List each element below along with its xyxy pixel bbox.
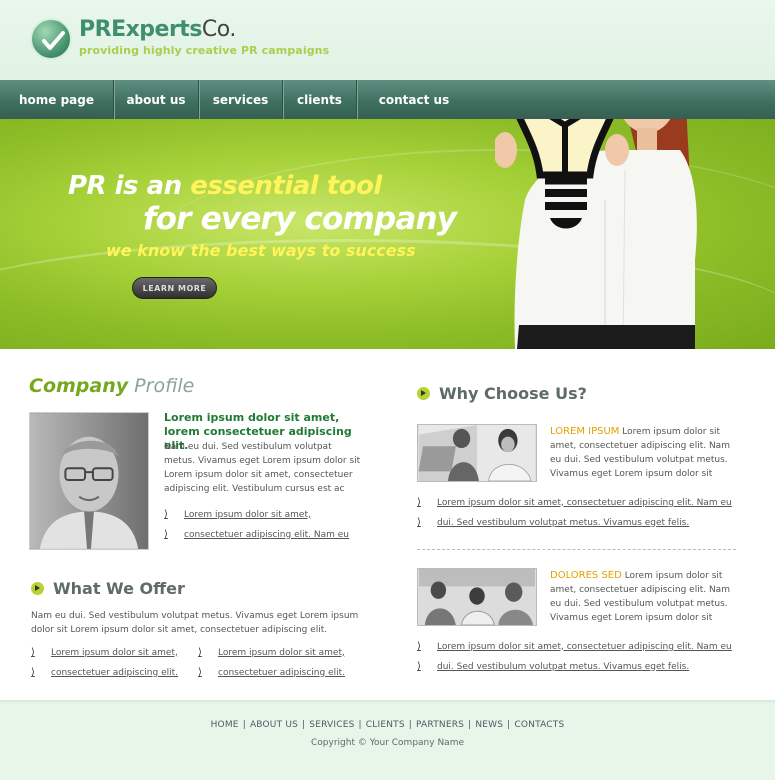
- portrait-photo: [29, 412, 149, 550]
- footer-link-services[interactable]: SERVICES: [309, 720, 354, 730]
- nav-item-about[interactable]: about us: [114, 80, 199, 119]
- why-item-2-text: DOLORES SED Lorem ipsum dolor sit amet, …: [550, 569, 730, 625]
- offer-link-4[interactable]: ⟩ consectetuer adipiscing elit.: [198, 667, 345, 678]
- profile-body: Nam eu dui. Sed vestibulum volutpat metu…: [164, 442, 361, 494]
- nav-item-home[interactable]: home page: [0, 80, 114, 119]
- footer-link-contacts[interactable]: CONTACTS: [514, 720, 564, 730]
- why-item-1-link-2[interactable]: ⟩ dui. Sed vestibulum volutpat metus. Viv…: [417, 517, 689, 528]
- footer-separator: |: [507, 720, 511, 730]
- double-chevron-icon: ⟩: [417, 641, 421, 652]
- footer-link-clients[interactable]: CLIENTS: [366, 720, 405, 730]
- footer-link-news[interactable]: NEWS: [475, 720, 503, 730]
- footer-link-about[interactable]: ABOUT US: [250, 720, 298, 730]
- footer-separator: |: [408, 720, 412, 730]
- double-chevron-icon: ⟩: [417, 661, 421, 672]
- main-nav: home page about us services clients cont…: [0, 80, 775, 119]
- why-choose-title-text: Why Choose Us?: [439, 384, 587, 403]
- why-item-1-link-1-text: Lorem ipsum dolor sit amet, consectetuer…: [437, 497, 732, 508]
- offer-link-2-text: consectetuer adipiscing elit.: [51, 667, 179, 678]
- section-divider: [417, 549, 736, 550]
- double-chevron-icon: ⟩: [198, 647, 202, 658]
- hero-banner: PR is an essential tool for every compan…: [0, 119, 775, 349]
- logo-tagline: providing highly creative PR campaigns: [79, 44, 330, 57]
- logo-title-suffix: Co.: [201, 17, 236, 42]
- why-item-2-link-1-text: Lorem ipsum dolor sit amet, consectetuer…: [437, 641, 732, 652]
- footer-separator: |: [468, 720, 472, 730]
- company-profile-title-bold: Company: [29, 375, 129, 397]
- offer-body: Nam eu dui. Sed vestibulum volutpat metu…: [31, 611, 359, 635]
- why-item-1-head: LOREM IPSUM: [550, 426, 620, 437]
- logo-check-icon[interactable]: [30, 18, 72, 60]
- why-item-2-head: DOLORES SED: [550, 570, 622, 581]
- why-choose-title: Why Choose Us?: [417, 383, 587, 404]
- footer-separator: |: [358, 720, 362, 730]
- double-chevron-icon: ⟩: [164, 529, 168, 540]
- logo-title[interactable]: PRExpertsCo.: [79, 17, 236, 42]
- arrow-bullet-icon: [417, 387, 430, 400]
- footer-divider: [0, 700, 775, 704]
- profile-link-1[interactable]: ⟩ Lorem ipsum dolor sit amet,: [164, 509, 311, 520]
- checkmark-icon: [42, 31, 65, 50]
- footer-separator: |: [302, 720, 306, 730]
- offer-link-3-text: Lorem ipsum dolor sit amet,: [218, 647, 345, 658]
- hero-headline-1b: essential tool: [190, 171, 382, 201]
- nav-item-contact[interactable]: contact us: [357, 80, 471, 119]
- logo-title-main: PRExperts: [79, 17, 202, 42]
- offer-link-3[interactable]: ⟩ Lorem ipsum dolor sit amet,: [198, 647, 345, 658]
- double-chevron-icon: ⟩: [417, 517, 421, 528]
- offer-link-1[interactable]: ⟩ Lorem ipsum dolor sit amet,: [31, 647, 178, 658]
- why-item-1-link-2-text: dui. Sed vestibulum volutpat metus. Viva…: [437, 517, 690, 528]
- footer-separator: |: [242, 720, 246, 730]
- double-chevron-icon: ⟩: [417, 497, 421, 508]
- company-profile-title-light: Profile: [128, 375, 195, 397]
- profile-link-2[interactable]: ⟩ consectetuer adipiscing elit. Nam eu: [164, 529, 349, 540]
- nav-item-clients[interactable]: clients: [283, 80, 357, 119]
- hero-headline-1: PR is an essential tool: [68, 171, 382, 201]
- hero-headline-2: for every company: [143, 201, 457, 237]
- office-photo-2: [417, 568, 537, 626]
- double-chevron-icon: ⟩: [164, 509, 168, 520]
- woman-lightbulb-image: [495, 119, 697, 349]
- footer-link-partners[interactable]: PARTNERS: [416, 720, 464, 730]
- why-item-1-link-1[interactable]: ⟩ Lorem ipsum dolor sit amet, consectetue…: [417, 497, 732, 508]
- footer-nav: HOME | ABOUT US | SERVICES | CLIENTS | PARTNERS |…: [0, 720, 775, 730]
- learn-more-button[interactable]: LEARN MORE: [132, 277, 217, 299]
- offer-link-1-text: Lorem ipsum dolor sit amet,: [51, 647, 178, 658]
- office-photo-1: [417, 424, 537, 482]
- main-content: Company Profile Lorem ipsum dolor sit am…: [0, 349, 775, 700]
- what-we-offer-title: What We Offer: [31, 578, 185, 599]
- arrow-bullet-icon: [31, 582, 44, 595]
- double-chevron-icon: ⟩: [198, 667, 202, 678]
- copyright-text: Copyright © Your Company Name: [311, 738, 464, 748]
- footer-link-home[interactable]: HOME: [211, 720, 239, 730]
- company-profile-title: Company Profile: [29, 375, 194, 397]
- offer-link-4-text: consectetuer adipiscing elit.: [218, 667, 346, 678]
- hero-subheadline: we know the best ways to success: [106, 241, 416, 260]
- double-chevron-icon: ⟩: [31, 667, 35, 678]
- what-we-offer-title-text: What We Offer: [53, 579, 185, 598]
- why-item-2-link-2-text: dui. Sed vestibulum volutpat metus. Viva…: [437, 661, 690, 672]
- nav-item-services[interactable]: services: [199, 80, 283, 119]
- double-chevron-icon: ⟩: [31, 647, 35, 658]
- hero-headline-1a: PR is an: [68, 171, 191, 201]
- offer-link-2[interactable]: ⟩ consectetuer adipiscing elit.: [31, 667, 178, 678]
- profile-link-2-text: consectetuer adipiscing elit. Nam eu: [184, 529, 349, 540]
- profile-link-1-text: Lorem ipsum dolor sit amet,: [184, 509, 311, 520]
- why-item-2-link-2[interactable]: ⟩ dui. Sed vestibulum volutpat metus. Viv…: [417, 661, 689, 672]
- why-item-1-text: LOREM IPSUM Lorem ipsum dolor sit amet, …: [550, 425, 730, 481]
- header: PRExpertsCo. providing highly creative P…: [0, 0, 775, 80]
- why-item-2-link-1[interactable]: ⟩ Lorem ipsum dolor sit amet, consectetue…: [417, 641, 732, 652]
